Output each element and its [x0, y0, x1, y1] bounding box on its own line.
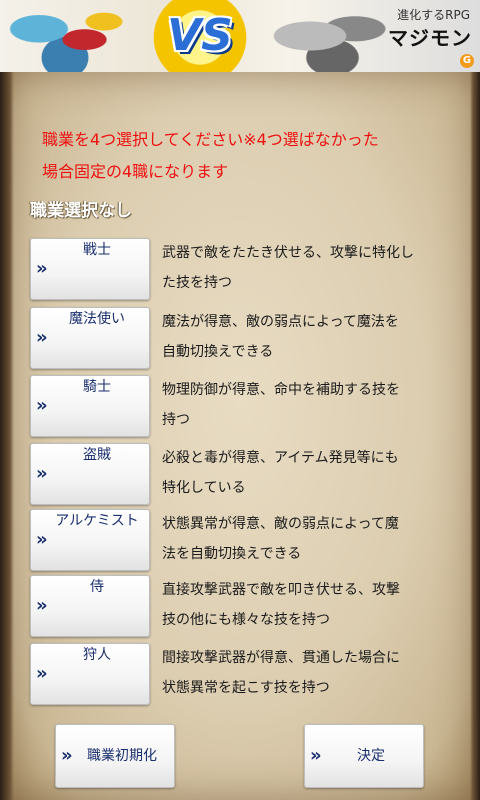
job-button-label: 戦士	[47, 239, 147, 299]
selection-status: 職業選択なし	[30, 196, 132, 221]
job-description: 状態異常が得意、敵の弱点によって魔 法を自動切換えできる	[162, 509, 452, 569]
notice-line-2: 場合固定の4職になります	[42, 156, 462, 188]
torn-edge-left	[0, 72, 14, 800]
job-row-hunter: » 狩人 間接攻撃武器が得意、貫通した場合に 状態異常を起こす技を持つ	[30, 643, 460, 707]
job-description-line: 直接攻撃武器で敵を叩き伏せる、攻撃	[162, 575, 452, 605]
job-description-line: 必殺と毒が得意、アイテム発見等にも	[162, 443, 452, 473]
job-button-label: アルケミスト	[47, 510, 147, 570]
job-description-line: 自動切換えできる	[162, 337, 452, 367]
ad-monster-left-image	[0, 0, 130, 72]
job-description: 間接攻撃武器が得意、貫通した場合に 状態異常を起こす技を持つ	[162, 643, 452, 703]
job-description-line: 特化している	[162, 473, 452, 503]
job-description: 直接攻撃武器で敵を叩き伏せる、攻撃 技の他にも様々な技を持つ	[162, 575, 452, 635]
ad-monster-right-image	[250, 0, 400, 72]
job-description-line: 状態異常を起こす技を持つ	[162, 673, 452, 703]
confirm-label: 決定	[321, 725, 421, 787]
job-button-hunter[interactable]: » 狩人	[30, 643, 150, 705]
job-description-line: 持つ	[162, 405, 452, 435]
ad-title: マジモン	[388, 22, 472, 51]
job-description-line: 物理防御が得意、命中を補助する技を	[162, 375, 452, 405]
job-description: 物理防御が得意、命中を補助する技を 持つ	[162, 375, 452, 435]
ad-badge-icon: G	[460, 54, 474, 68]
reset-jobs-button[interactable]: » 職業初期化	[55, 724, 175, 788]
job-description: 必殺と毒が得意、アイテム発見等にも 特化している	[162, 443, 452, 503]
job-button-label: 魔法使い	[47, 308, 147, 368]
job-button-knight[interactable]: » 騎士	[30, 375, 150, 437]
ad-banner[interactable]: VS 進化するRPG マジモン G	[0, 0, 480, 72]
job-button-label: 盗賊	[47, 444, 147, 504]
job-button-mage[interactable]: » 魔法使い	[30, 307, 150, 369]
ad-vs-text: VS	[152, 8, 248, 64]
job-description-line: 法を自動切換えできる	[162, 539, 452, 569]
confirm-button[interactable]: » 決定	[304, 724, 424, 788]
job-row-warrior: » 戦士 武器で敵をたたき伏せる、攻撃に特化し た技を持つ	[30, 238, 460, 302]
job-row-mage: » 魔法使い 魔法が得意、敵の弱点によって魔法を 自動切換えできる	[30, 307, 460, 371]
job-description-line: 状態異常が得意、敵の弱点によって魔	[162, 509, 452, 539]
job-description: 武器で敵をたたき伏せる、攻撃に特化し た技を持つ	[162, 238, 452, 298]
job-button-alchemist[interactable]: » アルケミスト	[30, 509, 150, 571]
job-row-samurai: » 侍 直接攻撃武器で敵を叩き伏せる、攻撃 技の他にも様々な技を持つ	[30, 575, 460, 639]
job-row-alchemist: » アルケミスト 状態異常が得意、敵の弱点によって魔 法を自動切換えできる	[30, 509, 460, 573]
ad-subtitle: 進化するRPG	[397, 6, 470, 23]
job-row-thief: » 盗賊 必殺と毒が得意、アイテム発見等にも 特化している	[30, 443, 460, 507]
job-button-samurai[interactable]: » 侍	[30, 575, 150, 637]
torn-edge-right	[470, 72, 480, 800]
job-button-warrior[interactable]: » 戦士	[30, 238, 150, 300]
job-description-line: 間接攻撃武器が得意、貫通した場合に	[162, 643, 452, 673]
job-row-knight: » 騎士 物理防御が得意、命中を補助する技を 持つ	[30, 375, 460, 439]
job-description-line: 魔法が得意、敵の弱点によって魔法を	[162, 307, 452, 337]
job-description: 魔法が得意、敵の弱点によって魔法を 自動切換えできる	[162, 307, 452, 367]
selection-notice: 職業を4つ選択してください※4つ選ばなかった 場合固定の4職になります	[42, 124, 462, 188]
job-button-label: 侍	[47, 576, 147, 636]
notice-line-1: 職業を4つ選択してください※4つ選ばなかった	[42, 124, 462, 156]
job-description-line: た技を持つ	[162, 268, 452, 298]
reset-jobs-label: 職業初期化	[72, 725, 172, 787]
job-description-line: 技の他にも様々な技を持つ	[162, 605, 452, 635]
job-button-label: 騎士	[47, 376, 147, 436]
job-description-line: 武器で敵をたたき伏せる、攻撃に特化し	[162, 238, 452, 268]
job-button-label: 狩人	[47, 644, 147, 704]
job-button-thief[interactable]: » 盗賊	[30, 443, 150, 505]
